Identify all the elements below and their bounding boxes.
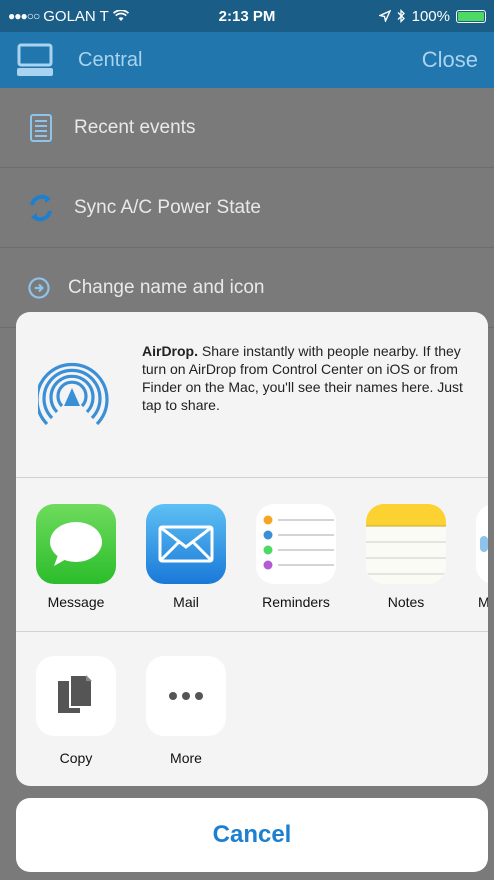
- airdrop-description: AirDrop. Share instantly with people nea…: [142, 342, 468, 477]
- share-app-notes[interactable]: Notes: [366, 504, 446, 610]
- more-app-icon: [476, 504, 488, 584]
- list-item-label: Change name and icon: [68, 276, 265, 298]
- action-label: More: [170, 750, 202, 766]
- app-label: Notes: [387, 594, 425, 610]
- arrow-circle-icon: [28, 276, 50, 299]
- share-app-partial[interactable]: M: [476, 504, 488, 610]
- sync-icon: [30, 194, 52, 221]
- more-action[interactable]: More: [146, 656, 226, 766]
- app-label: Mail: [173, 594, 199, 610]
- copy-action[interactable]: Copy: [36, 656, 116, 766]
- carrier-name: GOLAN T: [43, 7, 109, 25]
- airdrop-icon: [38, 362, 109, 426]
- battery-percent: 100%: [411, 7, 450, 25]
- wifi-icon: [112, 10, 129, 21]
- app-label: Message: [47, 594, 105, 610]
- copy-icon: [36, 656, 116, 736]
- list-item-sync[interactable]: Sync A/C Power State: [0, 168, 494, 248]
- share-actions-row: Copy More: [16, 632, 488, 786]
- message-icon: [36, 504, 116, 584]
- mail-icon: [146, 504, 226, 584]
- share-app-mail[interactable]: Mail: [146, 504, 226, 610]
- share-sheet: AirDrop. Share instantly with people nea…: [16, 312, 488, 786]
- share-app-reminders[interactable]: Reminders: [256, 504, 336, 610]
- app-label: Reminders: [262, 594, 330, 610]
- page-title: Central: [78, 48, 143, 71]
- list-icon: [30, 113, 52, 142]
- signal-strength: ●●●○○: [8, 9, 40, 23]
- app-label: M: [478, 594, 488, 610]
- ellipsis-icon: [146, 656, 226, 736]
- location-arrow-icon: [378, 10, 391, 22]
- close-button[interactable]: Close: [422, 47, 478, 73]
- cancel-button[interactable]: Cancel: [16, 798, 488, 872]
- list-item-recent-events[interactable]: Recent events: [0, 88, 494, 168]
- computer-icon: [17, 43, 53, 76]
- airdrop-title: AirDrop.: [142, 343, 198, 359]
- battery-icon: [456, 9, 486, 23]
- notes-icon: [366, 504, 446, 584]
- nav-bar: Central Close: [0, 32, 494, 88]
- list-item-label: Recent events: [74, 116, 196, 138]
- share-apps-row: Message Mail Reminders Notes M: [16, 478, 488, 632]
- share-app-message[interactable]: Message: [36, 504, 116, 610]
- reminders-icon: [256, 504, 336, 584]
- status-bar: ●●●○○ GOLAN T 2:13 PM 100%: [0, 0, 494, 32]
- bluetooth-icon: [397, 9, 405, 23]
- action-label: Copy: [59, 750, 93, 766]
- airdrop-section[interactable]: AirDrop. Share instantly with people nea…: [16, 312, 488, 478]
- list-item-label: Sync A/C Power State: [74, 196, 261, 218]
